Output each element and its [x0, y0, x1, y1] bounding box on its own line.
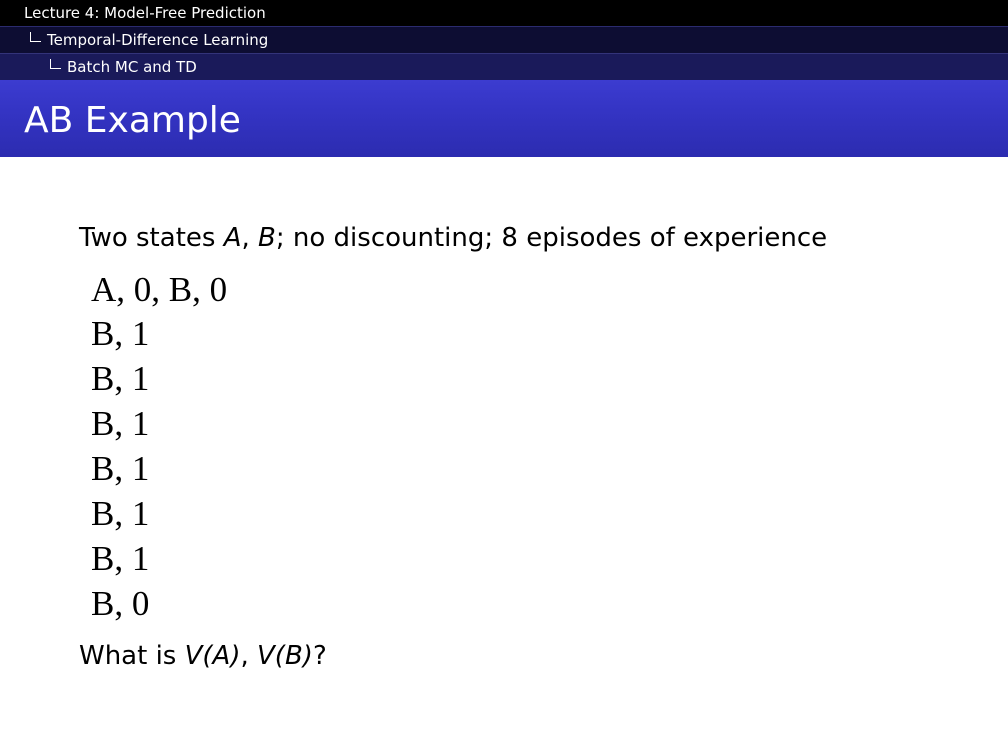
state-b: B — [258, 223, 276, 253]
episode-1: A, 0, B, 0 — [91, 270, 228, 309]
episode-6: B, 1 — [91, 494, 150, 533]
question-suffix: ? — [312, 641, 327, 671]
episode-5: B, 1 — [91, 449, 150, 488]
question-prefix: What is — [79, 641, 185, 671]
state-a: A — [223, 223, 242, 253]
tree-corner-icon — [50, 59, 61, 69]
breadcrumb-subsection[interactable]: Batch MC and TD — [67, 54, 197, 80]
value-a: V(A) — [184, 641, 241, 671]
episode-7: B, 1 — [91, 539, 150, 578]
intro-text: Two states A, B; no discounting; 8 episo… — [79, 223, 827, 253]
intro-comma: , — [241, 223, 259, 253]
episode-4: B, 1 — [91, 404, 150, 443]
episode-3: B, 1 — [91, 359, 150, 398]
breadcrumb-section-row: Temporal-Difference Learning — [0, 26, 1008, 53]
slide-title: AB Example — [24, 100, 241, 141]
tree-corner-icon — [30, 32, 41, 42]
breadcrumb-lecture[interactable]: Lecture 4: Model-Free Prediction — [24, 0, 266, 26]
intro-prefix: Two states — [79, 223, 224, 253]
episode-8: B, 0 — [91, 584, 150, 623]
breadcrumb-lecture-row: Lecture 4: Model-Free Prediction — [0, 0, 1008, 26]
breadcrumb-subsection-row: Batch MC and TD — [0, 53, 1008, 80]
breadcrumb-section[interactable]: Temporal-Difference Learning — [47, 27, 268, 53]
episode-2: B, 1 — [91, 314, 150, 353]
intro-suffix: ; no discounting; 8 episodes of experien… — [275, 223, 828, 253]
question-sep: , — [240, 641, 258, 671]
question-text: What is V(A), V(B)? — [79, 641, 327, 671]
title-bar: AB Example — [0, 80, 1008, 157]
value-b: V(B) — [257, 641, 313, 671]
